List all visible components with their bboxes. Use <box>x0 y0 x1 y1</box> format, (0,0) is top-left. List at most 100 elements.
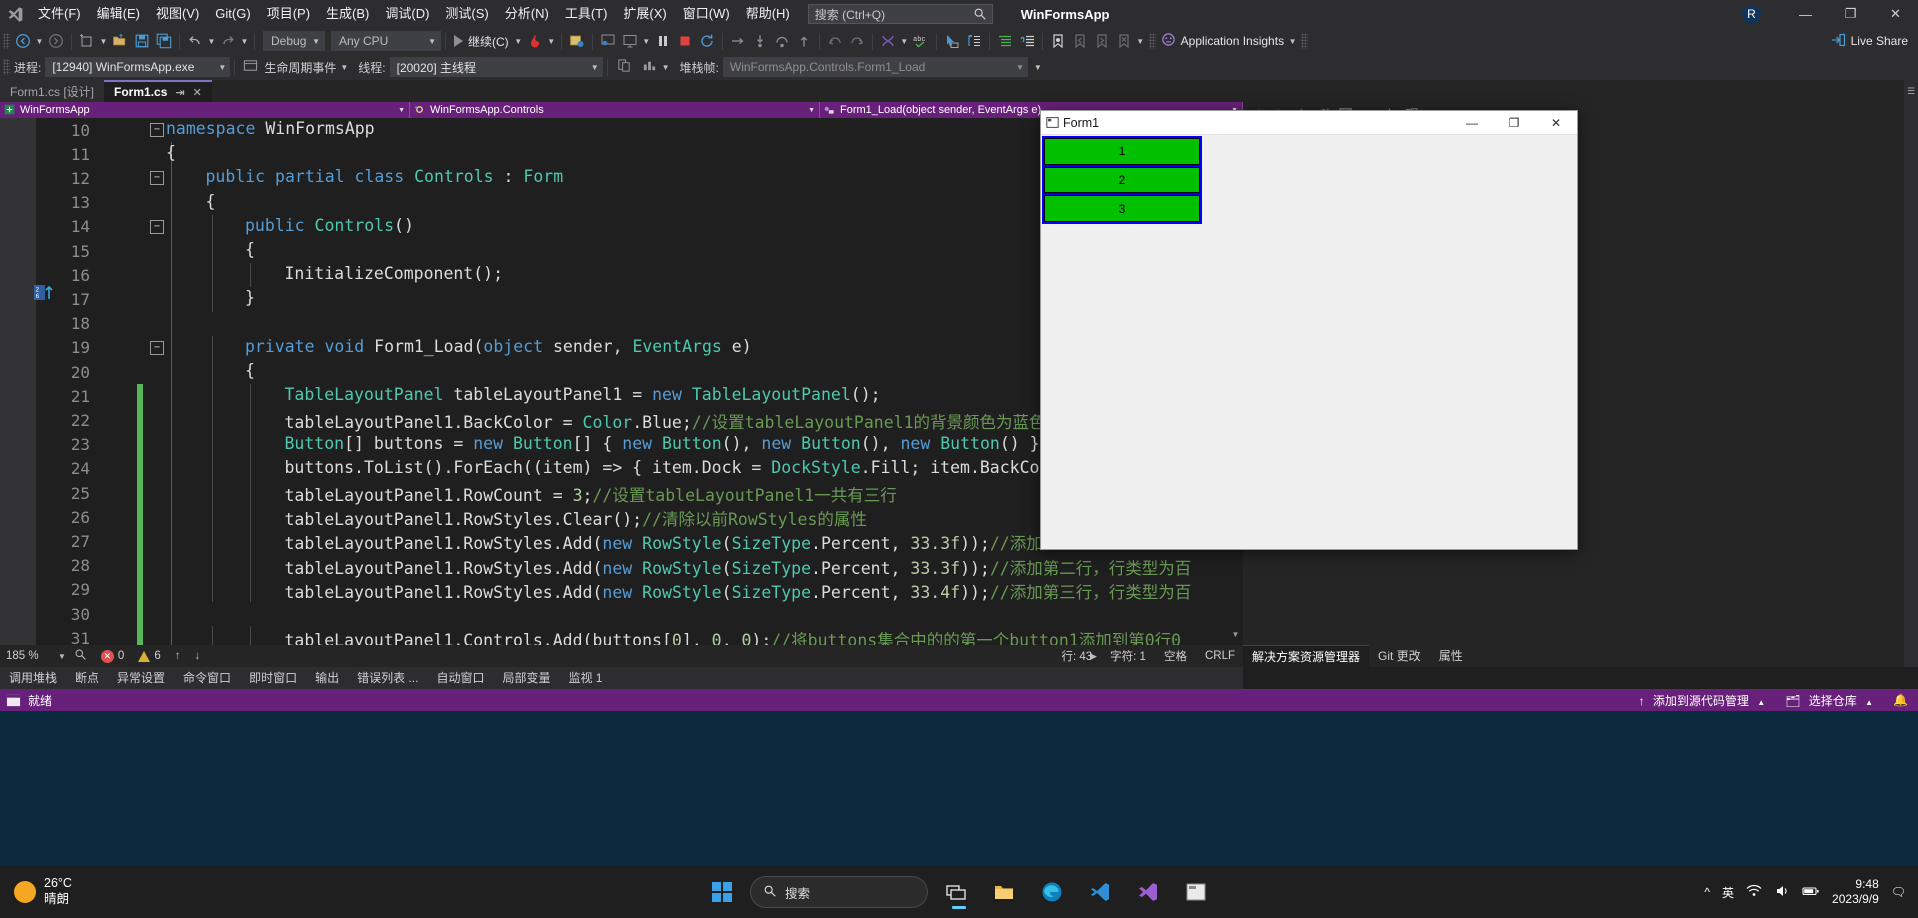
quick-launch-search[interactable]: 搜索 (Ctrl+Q) <box>807 4 993 24</box>
parallel-stacks-icon[interactable] <box>642 58 657 76</box>
zoom-level[interactable]: 185 % <box>0 650 58 662</box>
redo-dropdown-icon[interactable]: ▼ <box>239 30 250 52</box>
error-count[interactable]: ✕ 0 <box>100 649 124 663</box>
close-button[interactable]: ✕ <box>1873 0 1918 28</box>
restart-icon[interactable] <box>696 30 718 52</box>
account-avatar[interactable]: R <box>1742 4 1761 24</box>
navigate-back-dropdown-icon[interactable]: ▼ <box>34 30 45 52</box>
indicator-margin[interactable] <box>0 456 36 481</box>
menu-test[interactable]: 测试(S) <box>437 0 496 28</box>
previous-bookmark-icon[interactable] <box>1069 30 1091 52</box>
save-icon[interactable] <box>131 30 153 52</box>
menu-build[interactable]: 生成(B) <box>318 0 377 28</box>
menu-view[interactable]: 视图(V) <box>148 0 207 28</box>
stackframe-overflow-icon[interactable]: ▼ <box>1034 63 1042 72</box>
toolbar-grip-2[interactable] <box>1148 33 1156 49</box>
code-line[interactable]: 29 tableLayoutPanel1.RowStyles.Add(new Ro… <box>0 577 1228 602</box>
show-threads-icon[interactable] <box>617 58 632 76</box>
menu-analyze[interactable]: 分析(N) <box>497 0 557 28</box>
code-line[interactable]: 31 tableLayoutPanel1.Controls.Add(buttons… <box>0 626 1228 645</box>
warning-count[interactable]: 6 <box>138 650 161 662</box>
new-project-icon[interactable] <box>76 30 98 52</box>
step-forward-icon[interactable] <box>846 30 868 52</box>
next-issue-icon[interactable]: ↓ <box>194 650 200 662</box>
visual-studio-taskbar-icon[interactable] <box>952 872 1168 912</box>
code-line[interactable]: 30 <box>0 602 1228 627</box>
tool-tab-autos[interactable]: 自动窗口 <box>427 667 493 689</box>
menu-debug[interactable]: 调试(D) <box>377 0 437 28</box>
bookmarks-dropdown-icon[interactable]: ▼ <box>1135 30 1146 52</box>
threads-dropdown-icon[interactable]: ▼ <box>662 63 670 72</box>
menu-tools[interactable]: 工具(T) <box>557 0 616 28</box>
outlining-collapse-icon[interactable]: − <box>150 171 164 186</box>
solution-configuration-combo[interactable]: Debug ▼ <box>263 31 325 51</box>
indicator-margin[interactable] <box>0 190 36 215</box>
weather-widget[interactable]: 26°C 晴朗 <box>14 876 72 907</box>
tool-tab-watch1[interactable]: 监视 1 <box>559 667 611 689</box>
tool-tab-locals[interactable]: 局部变量 <box>493 667 559 689</box>
solution-platform-combo[interactable]: Any CPU ▼ <box>331 31 441 51</box>
spellcheck-icon[interactable]: abc <box>910 30 932 52</box>
tool-tab-output[interactable]: 输出 <box>306 667 348 689</box>
line-ending-mode[interactable]: CRLF <box>1205 650 1235 662</box>
zoom-dropdown-icon[interactable]: ▼ <box>58 652 66 661</box>
indicator-margin[interactable] <box>0 432 36 457</box>
tab-form1-design[interactable]: Form1.cs [设计] <box>0 80 105 102</box>
undo-icon[interactable] <box>184 30 206 52</box>
form1-window[interactable]: Form1 — ❐ ✕ 1 2 3 <box>1040 110 1578 550</box>
stackframe-combo[interactable]: WinFormsApp.Controls.Form1_Load ▼ <box>722 57 1028 77</box>
indicator-margin[interactable] <box>0 626 36 645</box>
start-button-icon[interactable] <box>702 872 742 912</box>
toolbar-grip[interactable] <box>3 33 10 49</box>
step-over-icon[interactable] <box>771 30 793 52</box>
indicator-margin[interactable] <box>0 505 36 530</box>
tray-chevron-up-icon[interactable]: ^ <box>1704 885 1710 899</box>
uncomment-lines-icon[interactable] <box>1016 30 1038 52</box>
edge-browser-icon[interactable] <box>1032 872 1072 912</box>
indentation-mode[interactable]: 空格 <box>1164 648 1187 664</box>
lifecycle-dropdown-icon[interactable]: ▼ <box>340 63 348 72</box>
pin-icon[interactable]: ⇥ <box>175 86 184 99</box>
clear-bookmarks-icon[interactable] <box>1113 30 1135 52</box>
indicator-margin[interactable] <box>0 263 36 288</box>
toggle-bookmark-icon[interactable] <box>1047 30 1069 52</box>
indicator-margin[interactable] <box>0 311 36 336</box>
nav-type-combo[interactable]: WinFormsApp.Controls ▼ <box>410 102 820 118</box>
toolbar-grip-3[interactable] <box>1301 33 1309 49</box>
menu-edit[interactable]: 编辑(E) <box>89 0 148 28</box>
form1-maximize-button[interactable]: ❐ <box>1493 111 1535 135</box>
menu-git[interactable]: Git(G) <box>207 0 258 28</box>
indicator-margin[interactable] <box>0 602 36 627</box>
attach-process-icon[interactable] <box>566 30 588 52</box>
indicator-margin[interactable] <box>0 118 36 143</box>
tool-tab-command-window[interactable]: 命令窗口 <box>174 667 240 689</box>
indicator-margin[interactable] <box>0 384 36 409</box>
undo-dropdown-icon[interactable]: ▼ <box>206 30 217 52</box>
indicator-margin[interactable] <box>0 360 36 385</box>
menu-help[interactable]: 帮助(H) <box>738 0 798 28</box>
indicator-margin[interactable] <box>0 577 36 602</box>
tray-battery-icon[interactable] <box>1802 883 1820 902</box>
tool-tab-immediate-window[interactable]: 即时窗口 <box>240 667 306 689</box>
tool-tab-call-stack[interactable]: 调用堆栈 <box>0 667 66 689</box>
form1-minimize-button[interactable]: — <box>1451 111 1493 135</box>
continue-dropdown-icon[interactable]: ▼ <box>513 30 524 52</box>
taskbar-clock[interactable]: 9:48 2023/9/9 <box>1832 877 1879 907</box>
application-insights-dropdown-icon[interactable]: ▼ <box>1287 30 1298 52</box>
maximize-button[interactable]: ❐ <box>1828 0 1873 28</box>
debug-windows-icon[interactable] <box>619 30 641 52</box>
form-button-1[interactable]: 1 <box>1044 138 1200 165</box>
menu-project[interactable]: 项目(P) <box>259 0 318 28</box>
outlining-collapse-icon[interactable]: − <box>150 340 164 355</box>
menu-file[interactable]: 文件(F) <box>30 0 89 28</box>
tool-tab-breakpoints[interactable]: 断点 <box>66 667 108 689</box>
intellitrace-dropdown-icon[interactable]: ▼ <box>899 30 910 52</box>
hot-reload-dropdown-icon[interactable]: ▼ <box>546 30 557 52</box>
step-into-icon[interactable] <box>727 30 749 52</box>
outlining-collapse-icon[interactable]: − <box>150 123 164 137</box>
indicator-margin[interactable] <box>0 481 36 506</box>
save-all-icon[interactable] <box>153 30 175 52</box>
comment-lines-icon[interactable] <box>994 30 1016 52</box>
form-button-3[interactable]: 3 <box>1044 195 1200 223</box>
process-combo[interactable]: [12940] WinFormsApp.exe ▼ <box>45 57 231 77</box>
